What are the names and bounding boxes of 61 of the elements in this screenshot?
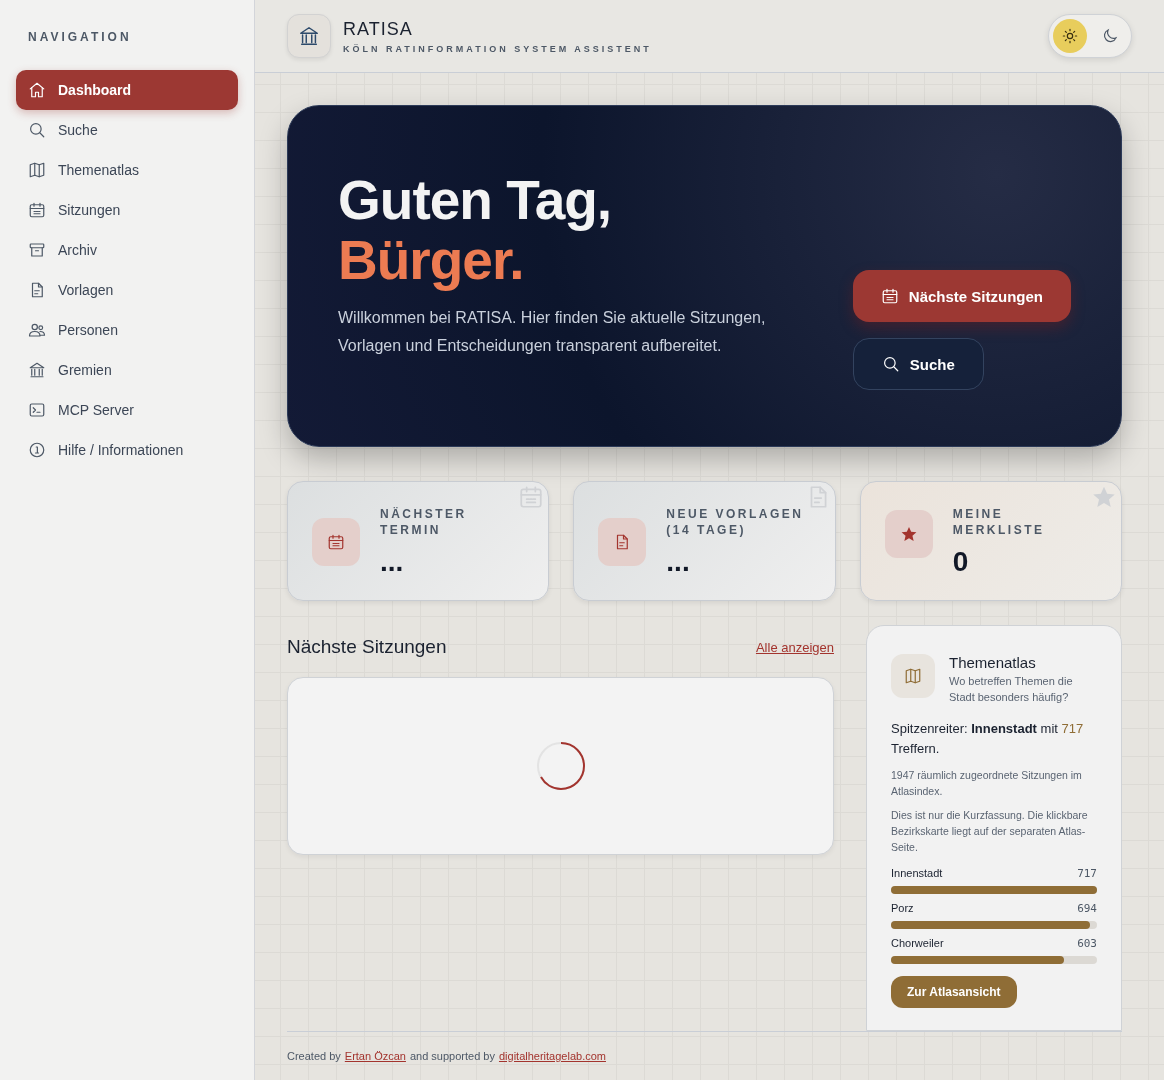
building-icon bbox=[28, 361, 46, 379]
district-count: 694 bbox=[1077, 902, 1097, 915]
map-icon bbox=[28, 161, 46, 179]
nav-heading: NAVIGATION bbox=[28, 30, 133, 44]
people-icon bbox=[28, 321, 46, 339]
nav-item[interactable]: Suche bbox=[16, 110, 238, 150]
nav-item[interactable]: Vorlagen bbox=[16, 270, 238, 310]
hero-text: Willkommen bei RATISA. Hier finden Sie aktuelle Sitzungen, Vorlagen und Entscheidungen transparent aufbereitet. bbox=[338, 308, 767, 356]
district-count: 603 bbox=[1077, 937, 1097, 950]
search-icon bbox=[28, 121, 46, 139]
atlas-note: Dies ist nur die Kurzfassung. Die klickbare Bezirkskarte liegt auf der separaten Atlas-Seite. bbox=[891, 808, 1089, 855]
sessions-button[interactable]: Nächste Sitzungen bbox=[852, 270, 1071, 322]
stat-label: MEINE MERKLISTE bbox=[952, 506, 1046, 538]
district-name: Chorweiler bbox=[891, 937, 944, 950]
stat-value: ... bbox=[380, 546, 405, 578]
nav-item[interactable]: Gremien bbox=[16, 350, 238, 390]
nav-item[interactable]: Sitzungen bbox=[16, 190, 238, 230]
district-name: Innenstadt bbox=[891, 867, 943, 880]
atlas-note: 1947 räumlich zugeordnete Sitzungen im Atlasindex. bbox=[891, 768, 1083, 799]
stat-value: ... bbox=[666, 546, 691, 578]
site-link[interactable]: digitalheritagelab.com bbox=[498, 1050, 606, 1062]
stat-value: 0 bbox=[952, 546, 970, 578]
app-subtitle: KÖLN RATINFORMATION SYSTEM ASSISTENT bbox=[343, 43, 653, 54]
nav-item[interactable]: Hilfe / Informationen bbox=[16, 430, 238, 470]
atlas-title: Themenatlas bbox=[949, 654, 1037, 671]
sun-button[interactable] bbox=[1053, 19, 1087, 53]
moon-icon bbox=[1101, 27, 1119, 45]
atlas-button[interactable]: Zur Atlasansicht bbox=[891, 976, 1017, 1008]
footer-text: Created by bbox=[287, 1050, 341, 1062]
app-title: RATISA bbox=[343, 18, 414, 40]
nav-item[interactable]: Themenatlas bbox=[16, 150, 238, 190]
nav-item[interactable]: Personen bbox=[16, 310, 238, 350]
search-icon bbox=[881, 355, 900, 373]
sun-icon bbox=[1062, 28, 1078, 44]
calendar-icon bbox=[327, 533, 345, 551]
district-count: 717 bbox=[1077, 867, 1097, 880]
nav-item[interactable]: Archiv bbox=[16, 230, 238, 270]
home-icon bbox=[28, 81, 46, 99]
atlas-subtitle: Wo betreffen Themen die Stadt besonders häufig? bbox=[949, 674, 1074, 705]
hero-name: Bürger. bbox=[338, 230, 524, 290]
stat-label: NÄCHSTER TERMIN bbox=[380, 506, 468, 538]
district-name: Porz bbox=[891, 902, 914, 915]
terminal-icon bbox=[28, 401, 46, 419]
map-icon bbox=[904, 667, 922, 685]
author-link[interactable]: Ertan Özcan bbox=[344, 1050, 406, 1062]
search-button[interactable]: Suche bbox=[852, 338, 984, 390]
show-all-link[interactable]: Alle anzeigen bbox=[755, 639, 834, 655]
star-icon bbox=[899, 525, 918, 543]
calendar-icon bbox=[880, 287, 899, 305]
archive-icon bbox=[28, 241, 46, 259]
leader-text: Spitzenreiter: Innenstadt mit 717 Treffern. bbox=[891, 720, 1085, 758]
calendar-icon bbox=[28, 201, 46, 219]
nav-item[interactable]: Dashboard bbox=[16, 70, 238, 110]
stat-label: NEUE VORLAGEN (14 TAGE) bbox=[666, 506, 805, 538]
footer-text: and supported by bbox=[409, 1050, 495, 1062]
nav-item[interactable]: MCP Server bbox=[16, 390, 238, 430]
calendar-icon bbox=[518, 484, 545, 510]
info-icon bbox=[28, 441, 46, 459]
building-icon bbox=[298, 25, 320, 47]
hero-greeting: Guten Tag, bbox=[338, 170, 613, 230]
section-title: Nächste Sitzungen bbox=[287, 636, 447, 658]
